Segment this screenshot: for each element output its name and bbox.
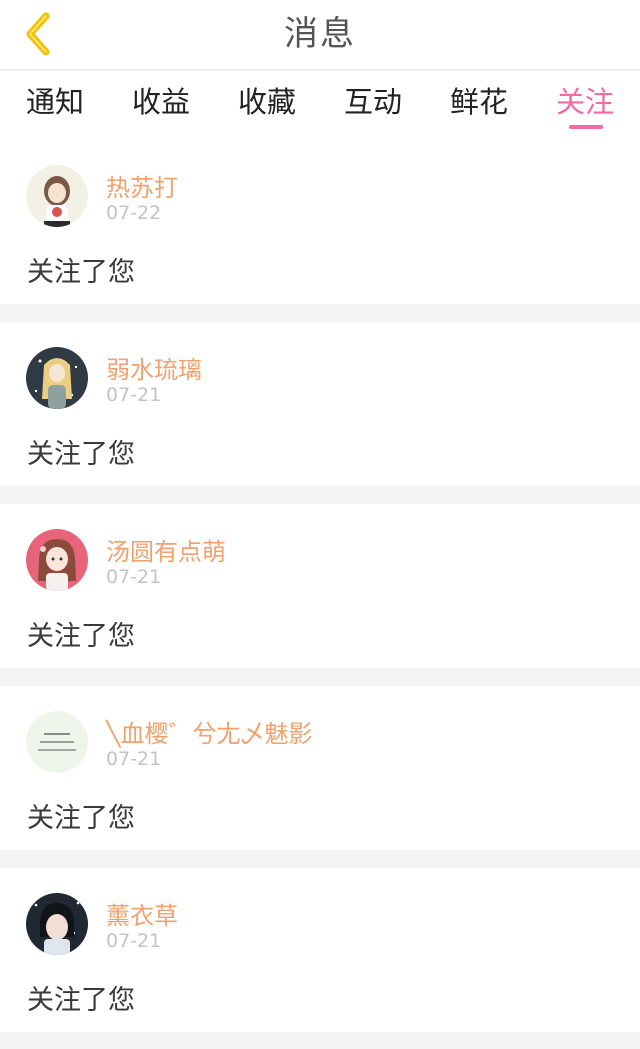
list-item[interactable]: 薰衣草 07-21 关注了您 — [0, 868, 640, 1032]
active-tab-indicator — [569, 125, 603, 129]
list-item[interactable]: 弱水琉璃 07-21 关注了您 — [0, 322, 640, 486]
tab-notice[interactable]: 通知 — [20, 71, 90, 140]
username-link[interactable]: 热苏打 — [106, 168, 178, 203]
page-title: 消息 — [284, 14, 356, 54]
notification-message: 关注了您 — [27, 439, 135, 470]
app-screen: 消息 通知 收益 收藏 互动 鲜花 关注 热苏打 07-22 关注了您 弱水琉璃… — [0, 0, 640, 1049]
notification-date: 07-21 — [106, 930, 162, 952]
username-link[interactable]: 弱水琉璃 — [106, 350, 202, 385]
notification-date: 07-22 — [106, 202, 162, 224]
notification-message: 关注了您 — [27, 985, 135, 1016]
tab-follow[interactable]: 关注 — [550, 71, 620, 140]
username-link[interactable]: ╲血樱゛兮尢乄魅影 — [106, 714, 312, 749]
avatar[interactable] — [26, 893, 88, 955]
username-link[interactable]: 薰衣草 — [106, 896, 178, 931]
avatar[interactable] — [26, 165, 88, 227]
tab-interaction[interactable]: 互动 — [338, 71, 408, 140]
notification-date: 07-21 — [106, 384, 162, 406]
avatar[interactable] — [26, 347, 88, 409]
notification-message: 关注了您 — [27, 803, 135, 834]
tab-bar: 通知 收益 收藏 互动 鲜花 关注 — [0, 71, 640, 140]
list-item[interactable]: 热苏打 07-22 关注了您 — [0, 140, 640, 304]
notification-date: 07-21 — [106, 566, 162, 588]
list-item[interactable]: 汤圆有点萌 07-21 关注了您 — [0, 504, 640, 668]
notification-date: 07-21 — [106, 748, 162, 770]
tab-earnings[interactable]: 收益 — [126, 71, 196, 140]
avatar[interactable] — [26, 711, 88, 773]
list-item[interactable]: ╲血樱゛兮尢乄魅影 07-21 关注了您 — [0, 686, 640, 850]
username-link[interactable]: 汤圆有点萌 — [106, 532, 226, 567]
tab-favorites[interactable]: 收藏 — [232, 71, 302, 140]
tab-flowers[interactable]: 鲜花 — [444, 71, 514, 140]
avatar[interactable] — [26, 529, 88, 591]
notification-message: 关注了您 — [27, 257, 135, 288]
notification-message: 关注了您 — [27, 621, 135, 652]
top-bar: 消息 — [0, 0, 640, 70]
